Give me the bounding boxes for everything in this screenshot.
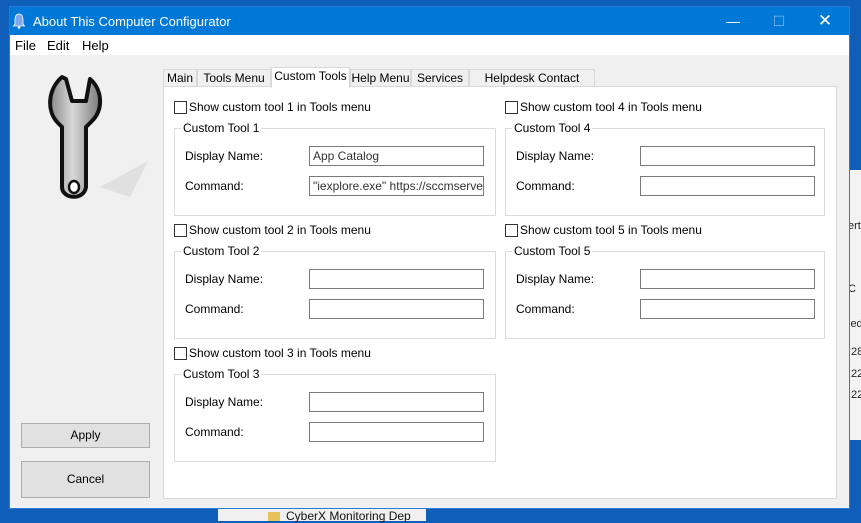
checkbox-box[interactable]	[505, 224, 518, 237]
checkbox-box[interactable]	[174, 347, 187, 360]
menu-file[interactable]: File	[15, 38, 36, 53]
tool-4-display-name-input[interactable]	[640, 146, 815, 166]
display-name-label: Display Name:	[185, 272, 264, 286]
checkbox-label: Show custom tool 3 in Tools menu	[189, 346, 371, 360]
tool-1-display-name-input[interactable]: App Catalog	[309, 146, 484, 166]
close-button[interactable]: ✕	[802, 7, 848, 35]
custom-tool-2-group: Custom Tool 2 Display Name: Command:	[174, 244, 496, 339]
background-folder-label: CyberX Monitoring Dep	[286, 509, 411, 523]
tab-services[interactable]: Services	[411, 69, 469, 87]
custom-tools-panel: Show custom tool 1 in Tools menu Custom …	[163, 86, 837, 499]
tool-4-command-input[interactable]	[640, 176, 815, 196]
tool-5-command-input[interactable]	[640, 299, 815, 319]
tool-5-display-name-input[interactable]	[640, 269, 815, 289]
display-name-label: Display Name:	[185, 149, 264, 163]
checkbox-label: Show custom tool 4 in Tools menu	[520, 100, 702, 114]
tool-3-display-name-input[interactable]	[309, 392, 484, 412]
checkbox-box[interactable]	[505, 101, 518, 114]
checkbox-label: Show custom tool 5 in Tools menu	[520, 223, 702, 237]
checkbox-box[interactable]	[174, 224, 187, 237]
menu-edit[interactable]: Edit	[47, 38, 69, 53]
custom-tool-3-group: Custom Tool 3 Display Name: Command:	[174, 367, 496, 462]
group-title: Custom Tool 1	[181, 121, 262, 135]
wrench-logo	[48, 75, 148, 199]
tab-helpdesk-contact-form[interactable]: Helpdesk Contact Form	[469, 69, 595, 101]
custom-tool-1-group: Custom Tool 1 Display Name: App Catalog …	[174, 121, 496, 216]
tool-1-command-input[interactable]: "iexplore.exe" https://sccmserver/C	[309, 176, 484, 196]
display-name-label: Display Name:	[516, 149, 595, 163]
tab-custom-tools[interactable]: Custom Tools	[271, 67, 350, 88]
command-label: Command:	[185, 425, 244, 439]
command-label: Command:	[516, 302, 575, 316]
command-label: Command:	[185, 302, 244, 316]
apply-button[interactable]: Apply	[21, 423, 150, 448]
tool-2-command-input[interactable]	[309, 299, 484, 319]
minimize-button[interactable]: —	[710, 7, 756, 35]
background-folder-item[interactable]: CyberX Monitoring Dep	[218, 508, 426, 523]
window-title: About This Computer Configurator	[33, 14, 231, 29]
command-label: Command:	[185, 179, 244, 193]
tool-2-display-name-input[interactable]	[309, 269, 484, 289]
custom-tool-5-group: Custom Tool 5 Display Name: Command:	[505, 244, 825, 339]
menu-bar: File Edit Help	[10, 35, 849, 55]
group-title: Custom Tool 4	[512, 121, 593, 135]
menu-help[interactable]: Help	[82, 38, 109, 53]
display-name-label: Display Name:	[516, 272, 595, 286]
group-title: Custom Tool 2	[181, 244, 262, 258]
tab-main[interactable]: Main	[163, 69, 197, 87]
checkbox-box[interactable]	[174, 101, 187, 114]
checkbox-label: Show custom tool 2 in Tools menu	[189, 223, 371, 237]
group-title: Custom Tool 3	[181, 367, 262, 381]
title-bar[interactable]: About This Computer Configurator — ☐ ✕	[10, 7, 849, 35]
command-label: Command:	[516, 179, 575, 193]
tab-tools-menu[interactable]: Tools Menu	[197, 69, 271, 87]
custom-tool-4-group: Custom Tool 4 Display Name: Command:	[505, 121, 825, 216]
group-title: Custom Tool 5	[512, 244, 593, 258]
maximize-button[interactable]: ☐	[756, 7, 802, 35]
checkbox-label: Show custom tool 1 in Tools menu	[189, 100, 371, 114]
tab-help-menu[interactable]: Help Menu	[350, 69, 411, 87]
tool-3-command-input[interactable]	[309, 422, 484, 442]
cancel-button[interactable]: Cancel	[21, 461, 150, 498]
display-name-label: Display Name:	[185, 395, 264, 409]
bell-app-icon	[12, 13, 26, 29]
configurator-window: About This Computer Configurator — ☐ ✕ F…	[9, 6, 850, 509]
